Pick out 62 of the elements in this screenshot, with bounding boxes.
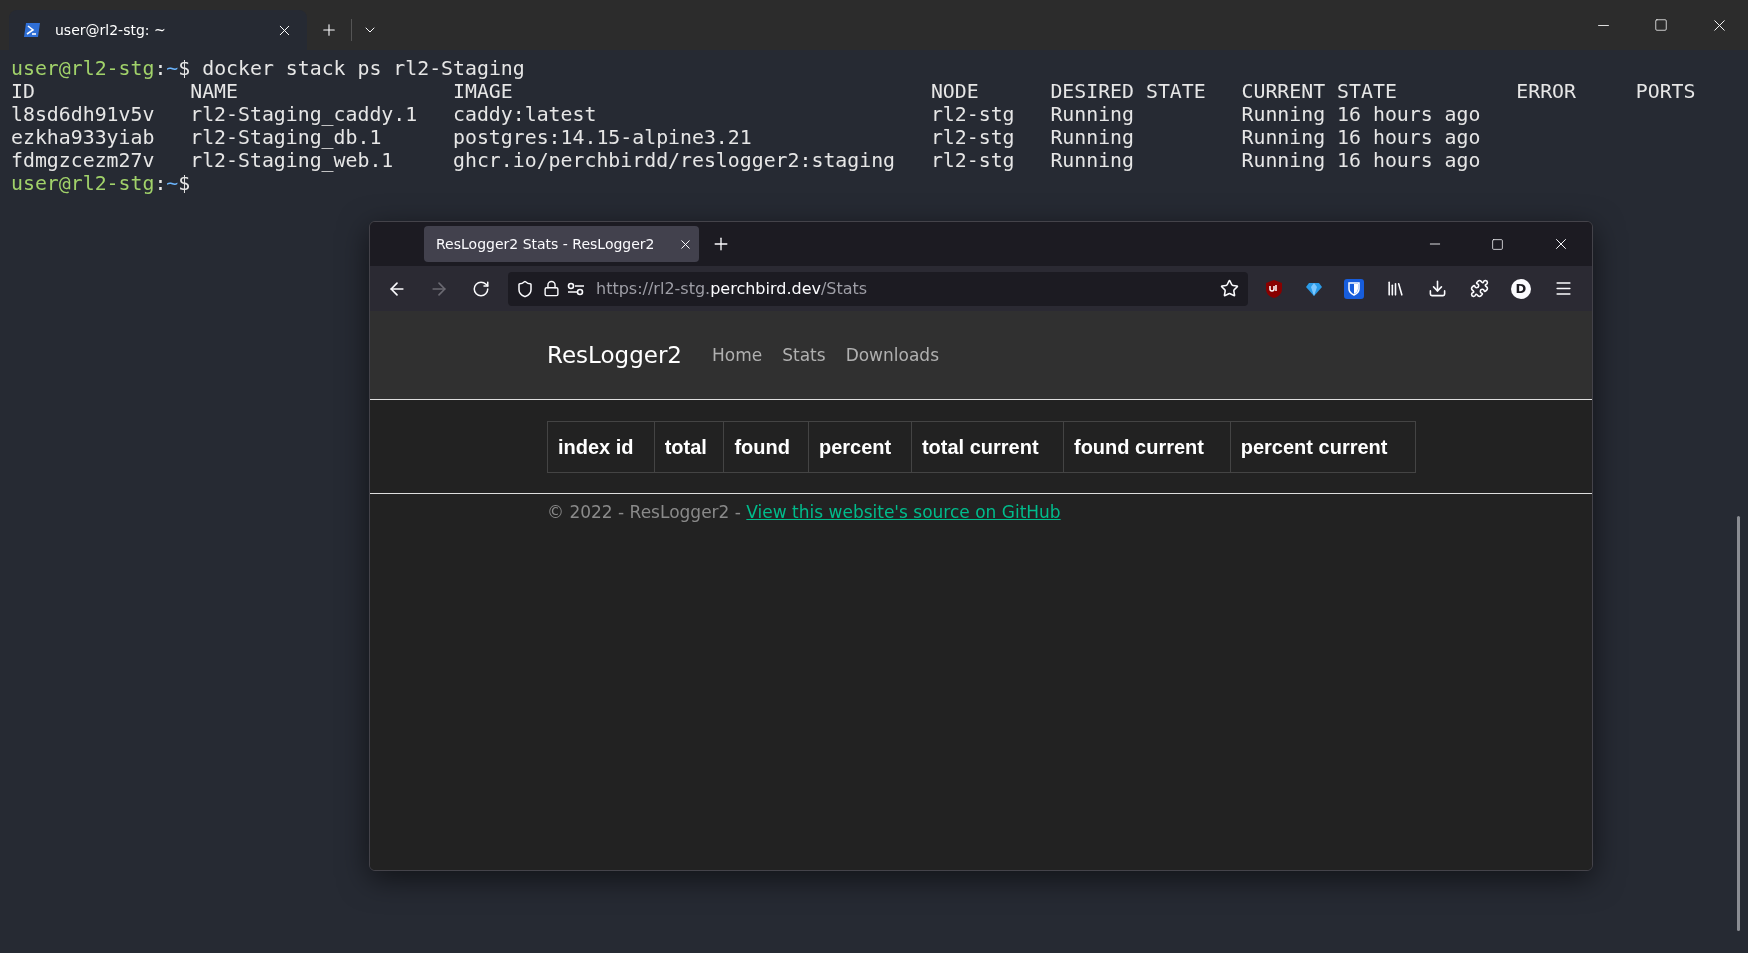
column-header: DESIRED STATE	[1050, 80, 1207, 104]
column-header: NAME	[190, 80, 239, 104]
maximize-icon[interactable]	[1654, 18, 1668, 32]
terminal-line: user@rl2-stg:~$	[11, 172, 192, 196]
nav-link[interactable]: Stats	[782, 345, 826, 365]
table-cell-text: l8sd6dh91v5v	[11, 103, 156, 127]
footer-text: © 2022 - ResLogger2 - View this website's source on GitHub	[547, 502, 1062, 522]
table-cell-text: Running	[1050, 149, 1135, 173]
column-header: percent	[808, 421, 912, 473]
table-cell-text: rl2-Staging_db.1	[190, 126, 383, 150]
column-header: total current	[911, 421, 1064, 473]
nav-link[interactable]: Home	[712, 345, 763, 365]
menu-icon[interactable]	[1553, 279, 1573, 298]
table-cell-text: rl2-Staging_caddy.1	[190, 103, 419, 127]
column-header: PORTS	[1635, 80, 1696, 104]
library-icon[interactable]	[1385, 279, 1405, 298]
table-cell-text: Running	[1050, 126, 1135, 150]
new-tab-icon[interactable]	[320, 21, 338, 39]
shield-badge-icon[interactable]	[1265, 278, 1283, 299]
table-cell-text: fdmgzcezm27v	[11, 149, 156, 173]
table-cell-text: caddy:latest	[453, 103, 598, 127]
table-cell-text: ezkha933yiab	[11, 126, 156, 150]
table-cell-text: rl2-stg	[930, 149, 1016, 173]
table-cell-text: ghcr.io/perchbirdd/reslogger2:staging	[453, 149, 897, 173]
table-cell-text: Running	[1050, 103, 1135, 127]
table-cell-text: rl2-stg	[930, 103, 1016, 127]
shield-icon[interactable]	[516, 279, 534, 298]
github-link[interactable]: View this website's source on GitHub	[746, 502, 1061, 522]
column-header: IMAGE	[453, 80, 514, 104]
column-header: found current	[1063, 421, 1231, 473]
maximize-icon[interactable]	[1491, 237, 1504, 251]
account-avatar[interactable]: D	[1511, 278, 1531, 299]
table-cell-text: Running 16 hours ago	[1241, 126, 1482, 150]
brand-link[interactable]: ResLogger2	[547, 342, 682, 368]
terminal-icon	[23, 22, 41, 38]
scrollbar-thumb[interactable]	[1737, 516, 1740, 931]
table-cell-text: rl2-stg	[930, 126, 1016, 150]
lock-icon[interactable]	[542, 280, 560, 297]
download-icon[interactable]	[1427, 279, 1447, 298]
table-cell-text: postgres:14.15-alpine3.21	[453, 126, 753, 150]
terminal-tab[interactable]: user@rl2-stg: ~	[9, 10, 307, 50]
column-header: NODE	[930, 80, 980, 104]
table-cell-text: Running 16 hours ago	[1241, 103, 1482, 127]
table-cell-text: rl2-Staging_web.1	[190, 149, 395, 173]
extensions-icon[interactable]	[1469, 279, 1489, 298]
nav-link[interactable]: Downloads	[845, 345, 939, 365]
address-bar[interactable]: https://rl2-stg.perchbird.dev/Stats	[508, 271, 1248, 306]
column-header: percent current	[1230, 421, 1416, 473]
column-header: CURRENT STATE	[1241, 80, 1398, 104]
table-cell-text: Running 16 hours ago	[1241, 149, 1482, 173]
column-header: ID	[11, 80, 36, 104]
column-header: index id	[547, 421, 655, 473]
shield-icon[interactable]	[1344, 278, 1364, 299]
reload-icon[interactable]	[472, 279, 490, 298]
column-header: total	[654, 421, 724, 473]
browser-tab[interactable]: ResLogger2 Stats - ResLogger2	[424, 226, 699, 262]
permissions-icon[interactable]	[567, 281, 585, 296]
gem-icon[interactable]	[1306, 281, 1322, 296]
column-header: ERROR	[1516, 80, 1578, 104]
terminal-line: user@rl2-stg:~$ docker stack ps rl2-Staging	[11, 57, 526, 81]
bookmark-star-icon[interactable]	[1219, 279, 1239, 298]
column-header: found	[723, 421, 809, 473]
